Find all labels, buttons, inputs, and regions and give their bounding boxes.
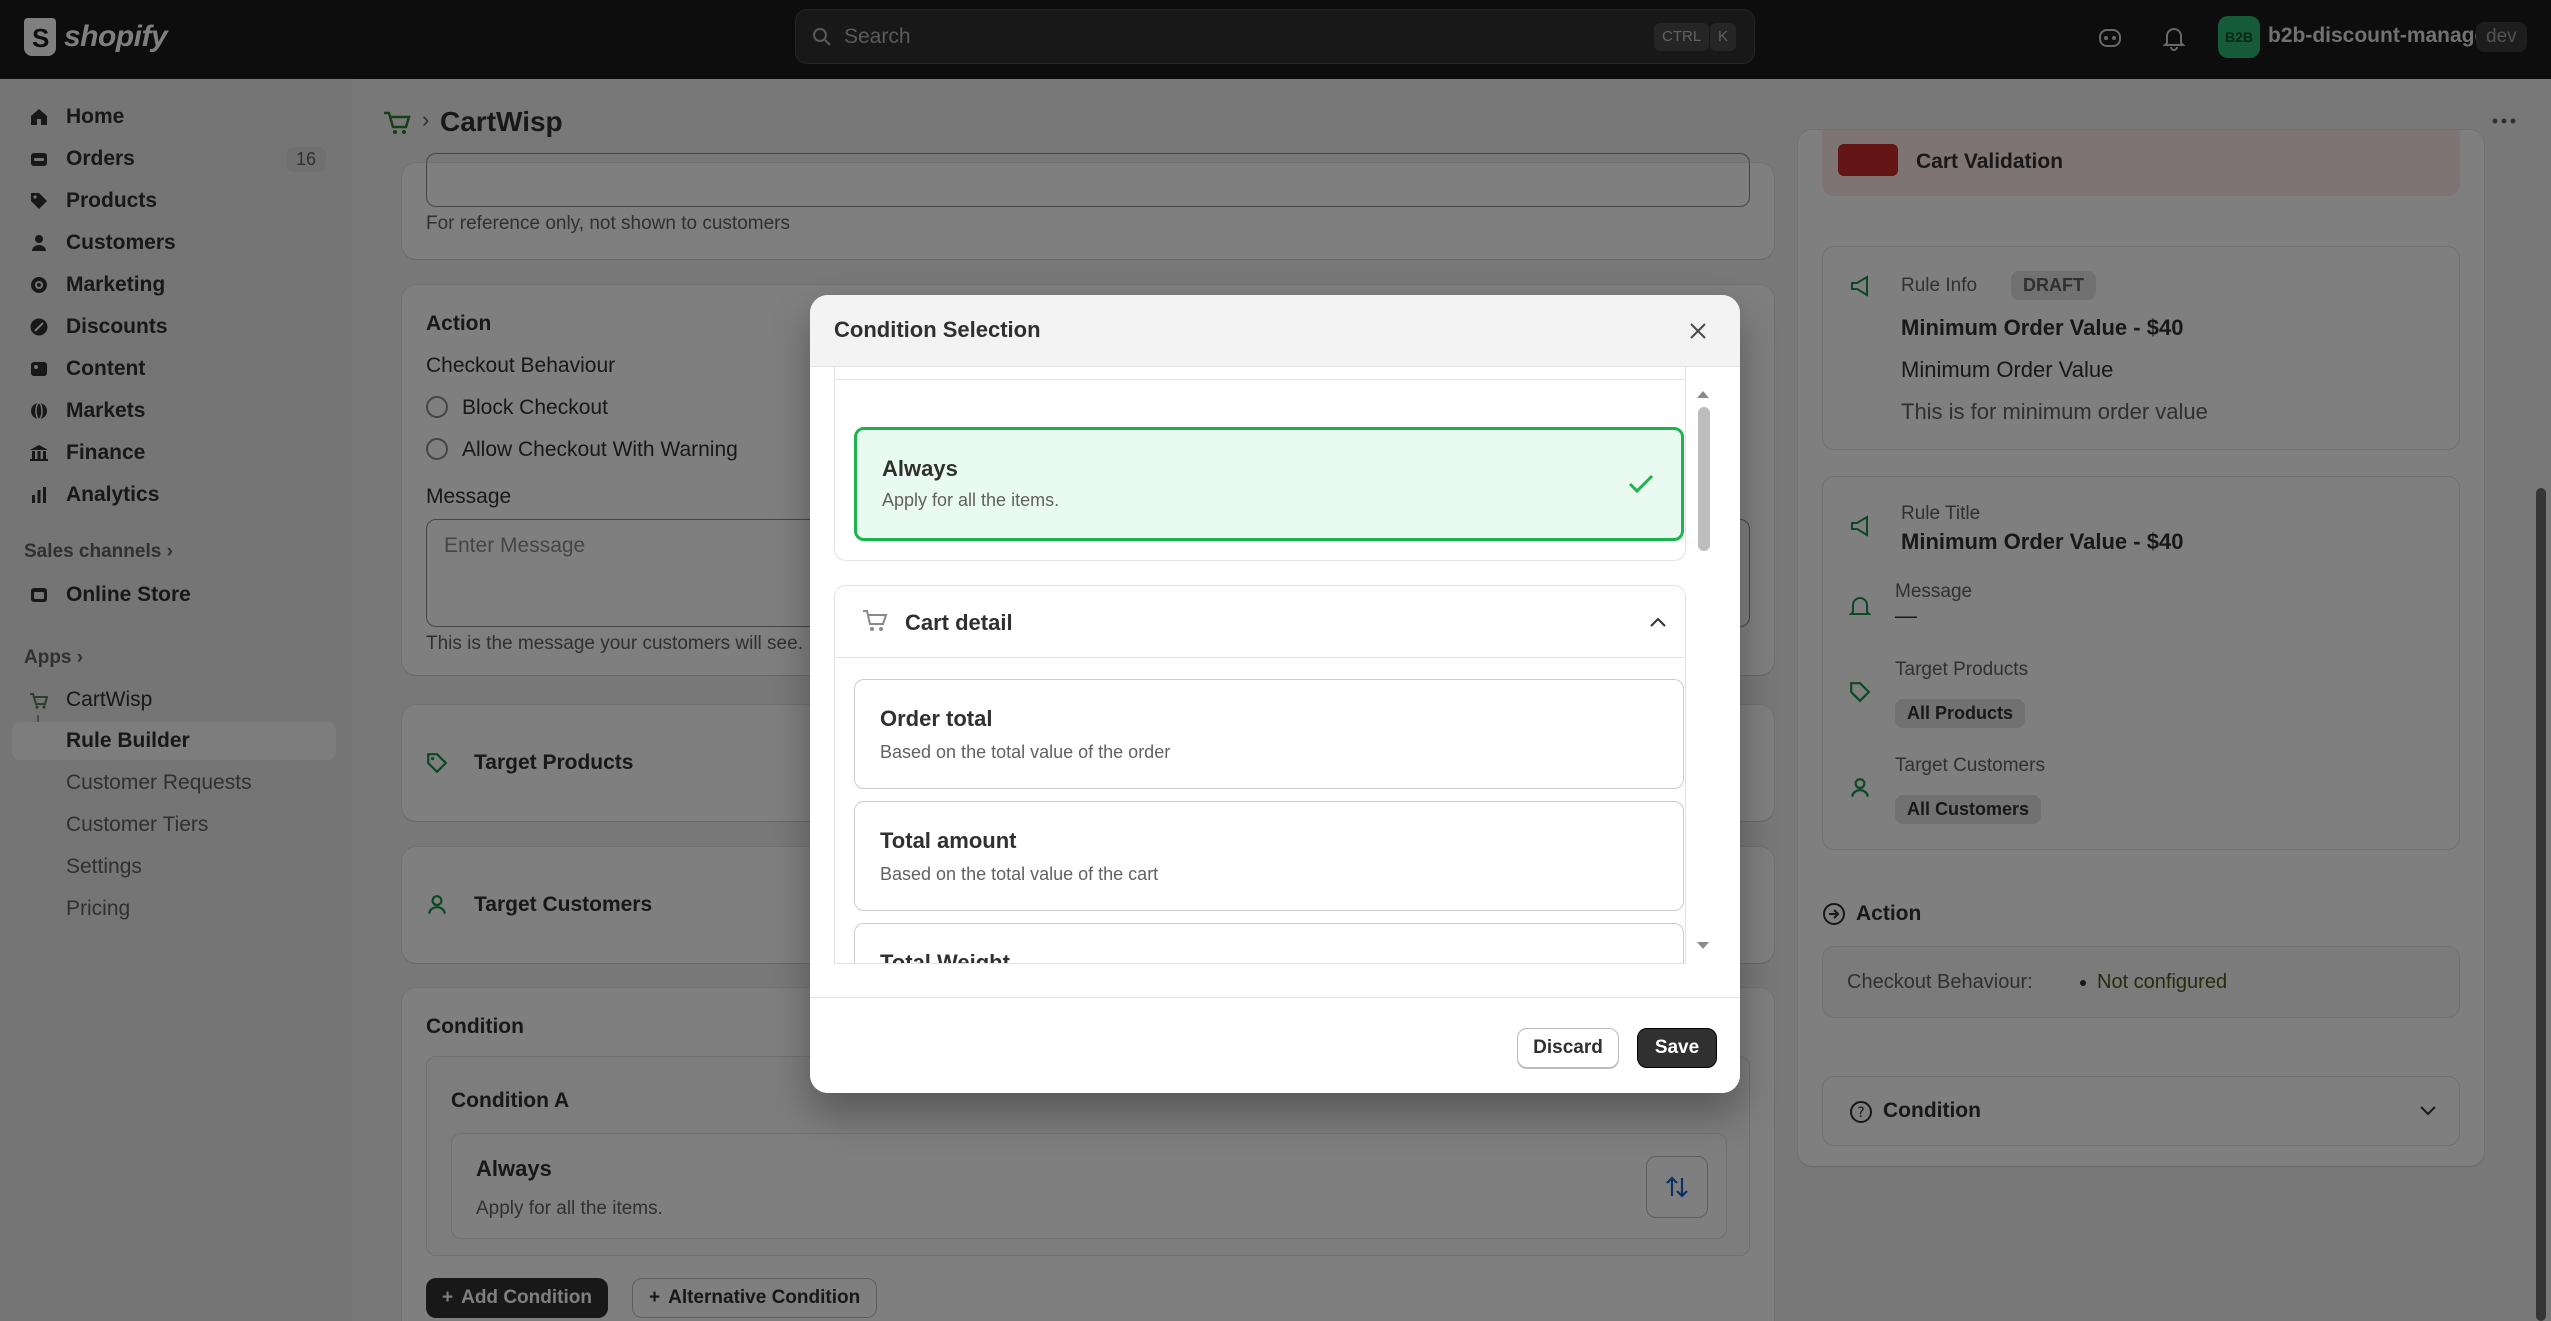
shopping-cart-icon xyxy=(863,610,888,631)
scroll-up-arrow-icon[interactable] xyxy=(1696,389,1710,399)
modal-title: Condition Selection xyxy=(834,317,1041,342)
condition-option-total-amount[interactable]: Total amount Based on the total value of… xyxy=(854,801,1684,911)
total-amount-title: Total amount xyxy=(880,828,1017,853)
always-option-desc: Apply for all the items. xyxy=(882,490,1060,510)
scroll-fade xyxy=(810,963,1740,997)
always-option-title: Always xyxy=(882,456,958,481)
chevron-up-icon xyxy=(1650,617,1666,627)
scroll-down-arrow-icon[interactable] xyxy=(1696,941,1710,951)
save-button[interactable]: Save xyxy=(1637,1028,1717,1068)
modal-scrollbar-thumb[interactable] xyxy=(1698,407,1710,551)
condition-option-always[interactable]: Always Apply for all the items. xyxy=(854,427,1684,541)
cart-detail-title: Cart detail xyxy=(905,610,1013,635)
close-icon[interactable] xyxy=(1686,319,1710,343)
order-total-title: Order total xyxy=(880,706,993,731)
total-amount-desc: Based on the total value of the cart xyxy=(880,864,1159,884)
checkmark-icon xyxy=(1628,474,1654,494)
order-total-desc: Based on the total value of the order xyxy=(880,742,1171,762)
cart-detail-header[interactable]: Cart detail xyxy=(835,586,1685,658)
modal-header: Condition Selection xyxy=(810,295,1740,367)
condition-option-order-total[interactable]: Order total Based on the total value of … xyxy=(854,679,1684,789)
discard-button[interactable]: Discard xyxy=(1517,1028,1619,1068)
modal-body[interactable]: Always Apply for all the items. Cart det… xyxy=(810,367,1740,997)
condition-selection-modal: Condition Selection Always Apply for all… xyxy=(810,295,1740,1093)
